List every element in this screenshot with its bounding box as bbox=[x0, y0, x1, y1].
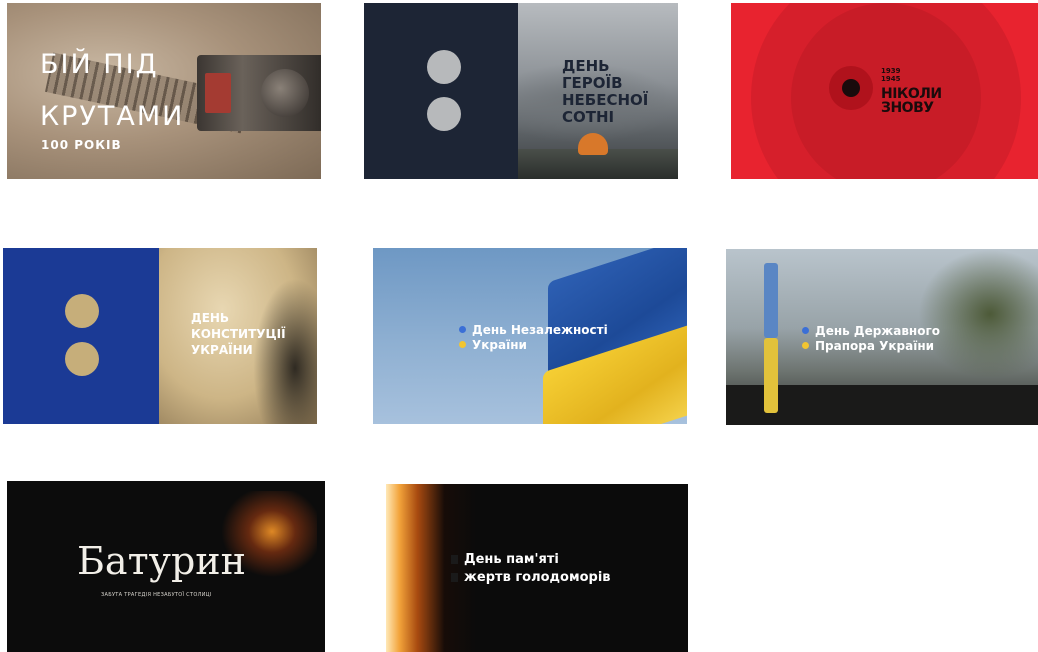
tile-kruty[interactable]: БІЙ ПІД КРУТАМИ 100 РОКІВ bbox=[7, 3, 321, 179]
tile-never-again[interactable]: 1939 1945 НІКОЛИ ЗНОВУ bbox=[731, 3, 1038, 179]
bullet-dot-icon bbox=[802, 327, 809, 334]
circle-icon bbox=[65, 294, 99, 328]
tile-subtitle: 100 РОКІВ bbox=[41, 138, 122, 152]
title-line: НЕБЕСНОЇ bbox=[562, 91, 649, 109]
helmet-image bbox=[578, 133, 608, 155]
tile-title: ДЕНЬ КОНСТИТУЦІЇ УКРАЇНИ bbox=[191, 310, 286, 358]
title-line: жертв голодоморів bbox=[451, 569, 611, 587]
tile-title: НІКОЛИ ЗНОВУ bbox=[881, 87, 942, 115]
title-line: День Незалежності bbox=[459, 323, 608, 338]
title-line: НІКОЛИ bbox=[881, 86, 942, 102]
poppy-icon bbox=[829, 66, 873, 110]
title-line: України bbox=[459, 338, 608, 353]
bullet-dot-icon bbox=[802, 342, 809, 349]
small-flag-yellow bbox=[764, 338, 778, 413]
title-text: жертв голодоморів bbox=[464, 570, 611, 585]
tile-title: День Незалежності України bbox=[459, 323, 608, 353]
title-text: України bbox=[472, 338, 527, 352]
tile-left-panel bbox=[3, 248, 159, 424]
bullet-dot-icon bbox=[459, 326, 466, 333]
tile-title: ДЕНЬ ГЕРОЇВ НЕБЕСНОЇ СОТНІ bbox=[562, 58, 672, 126]
title-line: ГЕРОЇВ bbox=[562, 74, 623, 92]
tile-heavenly-hundred[interactable]: ДЕНЬ ГЕРОЇВ НЕБЕСНОЇ СОТНІ bbox=[364, 3, 678, 179]
tile-title: БІЙ ПІД КРУТАМИ bbox=[40, 39, 220, 143]
bullet-dot-icon bbox=[459, 341, 466, 348]
trees-image bbox=[918, 249, 1038, 379]
title-line: ДЕНЬ bbox=[191, 311, 230, 325]
title-line: ЗНОВУ bbox=[881, 100, 934, 116]
title-line: КРУТАМИ bbox=[40, 101, 185, 132]
tile-left-panel bbox=[364, 3, 518, 179]
title-line: День пам'яті bbox=[451, 551, 611, 569]
title-line: ДЕНЬ bbox=[562, 57, 610, 75]
tile-flag-day[interactable]: День Державного Прапора України bbox=[726, 249, 1038, 425]
tile-independence-day[interactable]: День Незалежності України bbox=[373, 248, 687, 424]
title-line: СОТНІ bbox=[562, 108, 615, 126]
title-text: День Державного bbox=[815, 324, 940, 338]
tile-title: День Державного Прапора України bbox=[802, 324, 940, 354]
title-text: Прапора України bbox=[815, 339, 935, 353]
year-line: 1945 bbox=[881, 75, 901, 83]
circle-icon bbox=[427, 97, 461, 131]
tile-baturyn[interactable]: Батурин ЗАБУТА ТРАГЕДІЯ НЕЗАБУТОЇ СТОЛИЦ… bbox=[7, 481, 325, 652]
tile-title: День пам'яті жертв голодоморів bbox=[451, 551, 611, 587]
title-line: День Державного bbox=[802, 324, 940, 339]
tile-holodomor[interactable]: День пам'яті жертв голодоморів bbox=[386, 484, 688, 652]
title-text: День пам'яті bbox=[464, 552, 559, 567]
title-line: КОНСТИТУЦІЇ bbox=[191, 327, 286, 341]
title-line: Прапора України bbox=[802, 339, 940, 354]
poppy-center bbox=[842, 79, 860, 97]
tile-constitution[interactable]: ДЕНЬ КОНСТИТУЦІЇ УКРАЇНИ bbox=[3, 248, 317, 424]
small-flag-blue bbox=[764, 263, 778, 338]
year-line: 1939 bbox=[881, 67, 901, 75]
title-line: УКРАЇНИ bbox=[191, 343, 253, 357]
circle-icon bbox=[427, 50, 461, 84]
years-label: 1939 1945 bbox=[881, 67, 900, 83]
title-line: БІЙ ПІД bbox=[40, 49, 159, 80]
train-boiler bbox=[261, 69, 309, 117]
square-bullet-icon bbox=[451, 555, 458, 564]
tile-title: Батурин bbox=[77, 539, 246, 583]
title-text: День Незалежності bbox=[472, 323, 608, 337]
circle-icon bbox=[65, 342, 99, 376]
tile-subtitle: ЗАБУТА ТРАГЕДІЯ НЕЗАБУТОЇ СТОЛИЦІ bbox=[101, 592, 212, 598]
square-bullet-icon bbox=[451, 573, 458, 582]
